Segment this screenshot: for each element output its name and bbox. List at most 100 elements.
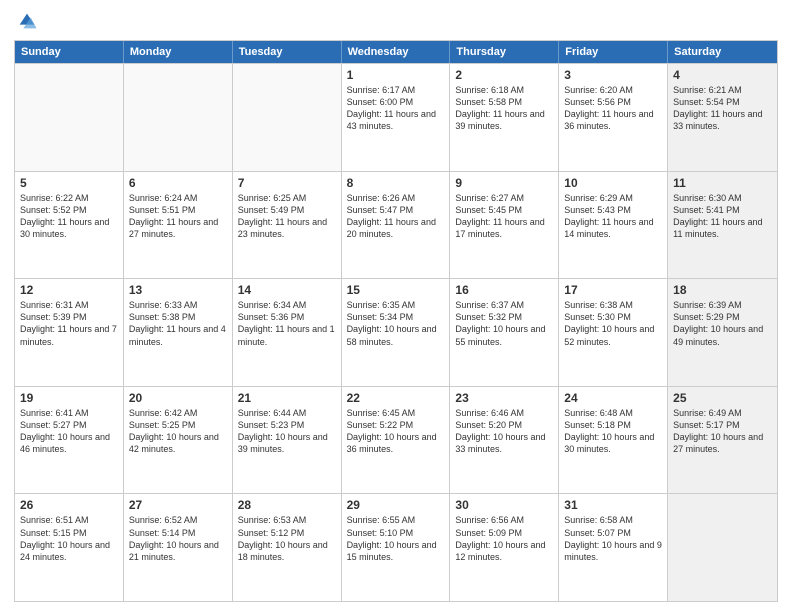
cell-info: Sunrise: 6:51 AM Sunset: 5:15 PM Dayligh…	[20, 514, 118, 563]
cell-info: Sunrise: 6:31 AM Sunset: 5:39 PM Dayligh…	[20, 299, 118, 348]
cal-cell-2-5: 17 Sunrise: 6:38 AM Sunset: 5:30 PM Dayli…	[559, 279, 668, 386]
header-day-monday: Monday	[124, 41, 233, 63]
cal-cell-2-0: 12 Sunrise: 6:31 AM Sunset: 5:39 PM Dayli…	[15, 279, 124, 386]
cell-info: Sunrise: 6:34 AM Sunset: 5:36 PM Dayligh…	[238, 299, 336, 348]
cal-cell-0-1	[124, 64, 233, 171]
cal-cell-1-5: 10 Sunrise: 6:29 AM Sunset: 5:43 PM Dayli…	[559, 172, 668, 279]
page: SundayMondayTuesdayWednesdayThursdayFrid…	[0, 0, 792, 612]
day-number: 3	[564, 68, 662, 82]
calendar-header: SundayMondayTuesdayWednesdayThursdayFrid…	[15, 41, 777, 63]
day-number: 19	[20, 391, 118, 405]
day-number: 30	[455, 498, 553, 512]
cal-cell-1-4: 9 Sunrise: 6:27 AM Sunset: 5:45 PM Daylig…	[450, 172, 559, 279]
cal-row-1: 5Sunrise: 6:22 AM Sunset: 5:52 PM Daylig…	[15, 171, 777, 279]
cell-info: Sunrise: 6:27 AM Sunset: 5:45 PM Dayligh…	[455, 192, 553, 241]
cell-info: Sunrise: 6:44 AM Sunset: 5:23 PM Dayligh…	[238, 407, 336, 456]
cal-cell-0-4: 2 Sunrise: 6:18 AM Sunset: 5:58 PM Daylig…	[450, 64, 559, 171]
day-number: 7	[238, 176, 336, 190]
cell-info: Sunrise: 6:52 AM Sunset: 5:14 PM Dayligh…	[129, 514, 227, 563]
calendar-body: 1 Sunrise: 6:17 AM Sunset: 6:00 PM Daylig…	[15, 63, 777, 601]
cell-info: Sunrise: 6:41 AM Sunset: 5:27 PM Dayligh…	[20, 407, 118, 456]
cal-cell-1-6: 11 Sunrise: 6:30 AM Sunset: 5:41 PM Dayli…	[668, 172, 777, 279]
cell-info: Sunrise: 6:56 AM Sunset: 5:09 PM Dayligh…	[455, 514, 553, 563]
cell-info: Sunrise: 6:17 AM Sunset: 6:00 PM Dayligh…	[347, 84, 445, 133]
cal-cell-3-1: 20 Sunrise: 6:42 AM Sunset: 5:25 PM Dayli…	[124, 387, 233, 494]
cell-info: Sunrise: 6:58 AM Sunset: 5:07 PM Dayligh…	[564, 514, 662, 563]
cal-cell-1-0: 5Sunrise: 6:22 AM Sunset: 5:52 PM Daylig…	[15, 172, 124, 279]
cell-info: Sunrise: 6:45 AM Sunset: 5:22 PM Dayligh…	[347, 407, 445, 456]
header-day-sunday: Sunday	[15, 41, 124, 63]
cell-info: Sunrise: 6:35 AM Sunset: 5:34 PM Dayligh…	[347, 299, 445, 348]
cal-cell-3-0: 19 Sunrise: 6:41 AM Sunset: 5:27 PM Dayli…	[15, 387, 124, 494]
cell-info: Sunrise: 6:55 AM Sunset: 5:10 PM Dayligh…	[347, 514, 445, 563]
cal-cell-2-1: 13 Sunrise: 6:33 AM Sunset: 5:38 PM Dayli…	[124, 279, 233, 386]
day-number: 27	[129, 498, 227, 512]
day-number: 26	[20, 498, 118, 512]
cal-cell-0-3: 1 Sunrise: 6:17 AM Sunset: 6:00 PM Daylig…	[342, 64, 451, 171]
header-day-friday: Friday	[559, 41, 668, 63]
cell-info: Sunrise: 6:20 AM Sunset: 5:56 PM Dayligh…	[564, 84, 662, 133]
day-number: 1	[347, 68, 445, 82]
cal-cell-2-3: 15 Sunrise: 6:35 AM Sunset: 5:34 PM Dayli…	[342, 279, 451, 386]
cal-row-0: 1 Sunrise: 6:17 AM Sunset: 6:00 PM Daylig…	[15, 63, 777, 171]
day-number: 8	[347, 176, 445, 190]
day-number: 31	[564, 498, 662, 512]
day-number: 13	[129, 283, 227, 297]
cal-cell-1-2: 7Sunrise: 6:25 AM Sunset: 5:49 PM Daylig…	[233, 172, 342, 279]
cal-cell-2-6: 18Sunrise: 6:39 AM Sunset: 5:29 PM Dayli…	[668, 279, 777, 386]
cell-info: Sunrise: 6:21 AM Sunset: 5:54 PM Dayligh…	[673, 84, 772, 133]
day-number: 22	[347, 391, 445, 405]
day-number: 11	[673, 176, 772, 190]
cell-info: Sunrise: 6:29 AM Sunset: 5:43 PM Dayligh…	[564, 192, 662, 241]
day-number: 4	[673, 68, 772, 82]
cal-cell-3-4: 23Sunrise: 6:46 AM Sunset: 5:20 PM Dayli…	[450, 387, 559, 494]
day-number: 29	[347, 498, 445, 512]
cell-info: Sunrise: 6:49 AM Sunset: 5:17 PM Dayligh…	[673, 407, 772, 456]
cal-cell-4-4: 30 Sunrise: 6:56 AM Sunset: 5:09 PM Dayli…	[450, 494, 559, 601]
cal-cell-1-3: 8 Sunrise: 6:26 AM Sunset: 5:47 PM Daylig…	[342, 172, 451, 279]
cal-row-3: 19 Sunrise: 6:41 AM Sunset: 5:27 PM Dayli…	[15, 386, 777, 494]
cell-info: Sunrise: 6:26 AM Sunset: 5:47 PM Dayligh…	[347, 192, 445, 241]
day-number: 17	[564, 283, 662, 297]
day-number: 14	[238, 283, 336, 297]
cell-info: Sunrise: 6:38 AM Sunset: 5:30 PM Dayligh…	[564, 299, 662, 348]
cal-cell-0-5: 3 Sunrise: 6:20 AM Sunset: 5:56 PM Daylig…	[559, 64, 668, 171]
cal-cell-3-5: 24Sunrise: 6:48 AM Sunset: 5:18 PM Dayli…	[559, 387, 668, 494]
cal-cell-1-1: 6Sunrise: 6:24 AM Sunset: 5:51 PM Daylig…	[124, 172, 233, 279]
day-number: 2	[455, 68, 553, 82]
logo-icon	[16, 10, 38, 32]
day-number: 12	[20, 283, 118, 297]
cell-info: Sunrise: 6:30 AM Sunset: 5:41 PM Dayligh…	[673, 192, 772, 241]
cell-info: Sunrise: 6:46 AM Sunset: 5:20 PM Dayligh…	[455, 407, 553, 456]
day-number: 28	[238, 498, 336, 512]
cal-cell-4-1: 27 Sunrise: 6:52 AM Sunset: 5:14 PM Dayli…	[124, 494, 233, 601]
cell-info: Sunrise: 6:18 AM Sunset: 5:58 PM Dayligh…	[455, 84, 553, 133]
day-number: 9	[455, 176, 553, 190]
cal-cell-2-2: 14 Sunrise: 6:34 AM Sunset: 5:36 PM Dayli…	[233, 279, 342, 386]
cell-info: Sunrise: 6:48 AM Sunset: 5:18 PM Dayligh…	[564, 407, 662, 456]
cal-cell-4-5: 31 Sunrise: 6:58 AM Sunset: 5:07 PM Dayli…	[559, 494, 668, 601]
day-number: 25	[673, 391, 772, 405]
cal-cell-2-4: 16 Sunrise: 6:37 AM Sunset: 5:32 PM Dayli…	[450, 279, 559, 386]
day-number: 20	[129, 391, 227, 405]
cal-cell-0-0	[15, 64, 124, 171]
day-number: 16	[455, 283, 553, 297]
day-number: 10	[564, 176, 662, 190]
cal-cell-3-6: 25 Sunrise: 6:49 AM Sunset: 5:17 PM Dayli…	[668, 387, 777, 494]
day-number: 18	[673, 283, 772, 297]
cell-info: Sunrise: 6:42 AM Sunset: 5:25 PM Dayligh…	[129, 407, 227, 456]
day-number: 5	[20, 176, 118, 190]
cal-cell-0-6: 4 Sunrise: 6:21 AM Sunset: 5:54 PM Daylig…	[668, 64, 777, 171]
cal-cell-4-6	[668, 494, 777, 601]
header-day-thursday: Thursday	[450, 41, 559, 63]
cell-info: Sunrise: 6:37 AM Sunset: 5:32 PM Dayligh…	[455, 299, 553, 348]
cell-info: Sunrise: 6:33 AM Sunset: 5:38 PM Dayligh…	[129, 299, 227, 348]
calendar: SundayMondayTuesdayWednesdayThursdayFrid…	[14, 40, 778, 602]
cal-cell-4-2: 28Sunrise: 6:53 AM Sunset: 5:12 PM Dayli…	[233, 494, 342, 601]
cal-cell-0-2	[233, 64, 342, 171]
day-number: 15	[347, 283, 445, 297]
header-day-wednesday: Wednesday	[342, 41, 451, 63]
header-day-tuesday: Tuesday	[233, 41, 342, 63]
day-number: 21	[238, 391, 336, 405]
day-number: 6	[129, 176, 227, 190]
